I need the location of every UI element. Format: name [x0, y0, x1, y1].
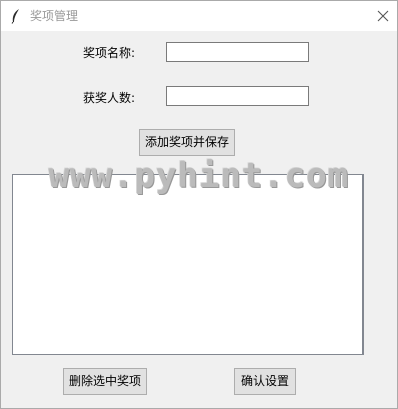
- award-listbox[interactable]: [12, 174, 364, 355]
- app-window: 奖项管理 奖项名称: 获奖人数: 添加奖项并保存 删除选中奖项 确认设置: [0, 0, 398, 409]
- title-bar: 奖项管理: [1, 1, 397, 31]
- winner-count-input[interactable]: [166, 86, 309, 106]
- award-name-label: 奖项名称:: [83, 46, 136, 60]
- winner-count-label: 获奖人数:: [83, 91, 136, 105]
- window-title: 奖项管理: [30, 9, 79, 23]
- confirm-button[interactable]: 确认设置: [234, 368, 296, 395]
- delete-selected-button[interactable]: 删除选中奖项: [63, 368, 147, 395]
- add-save-button[interactable]: 添加奖项并保存: [139, 129, 235, 156]
- feather-icon: [10, 8, 22, 24]
- award-name-input[interactable]: [166, 42, 309, 62]
- close-icon[interactable]: [371, 4, 395, 28]
